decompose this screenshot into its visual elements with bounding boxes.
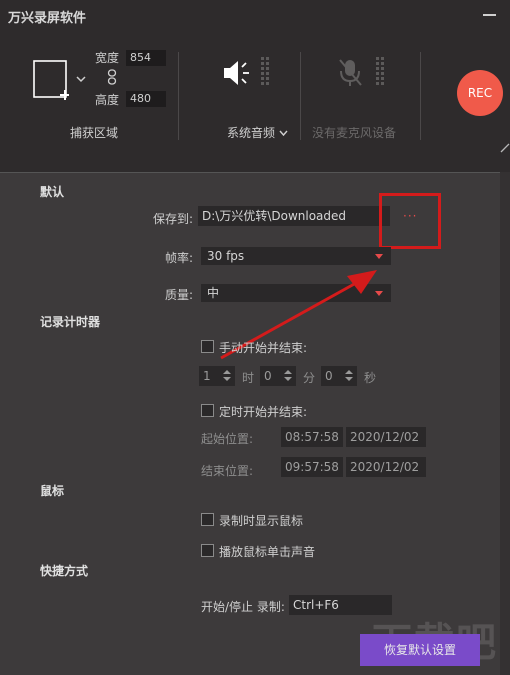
microphone-label: 没有麦克风设备 <box>312 126 397 140</box>
microphone-off-icon <box>337 57 365 92</box>
capture-toolbar <box>0 32 510 172</box>
rec-button[interactable]: REC <box>457 70 503 116</box>
microphone-level-meter <box>376 57 384 87</box>
hours-value: 1 <box>203 369 211 383</box>
manual-start-label: 手动开始并结束: <box>219 341 308 355</box>
minimize-button[interactable] <box>480 4 500 20</box>
speaker-icon[interactable] <box>222 57 254 92</box>
seconds-down-icon <box>345 377 353 381</box>
end-time-input[interactable]: 09:57:58 <box>281 457 343 477</box>
restore-defaults-button[interactable]: 恢复默认设置 <box>360 634 480 666</box>
seconds-unit: 秒 <box>364 371 377 385</box>
height-input[interactable]: 480 <box>126 91 166 107</box>
system-audio-dropdown[interactable]: 系统音频 <box>227 124 288 141</box>
save-path-input[interactable]: D:\万兴优转\Downloaded <box>198 206 390 226</box>
start-stop-shortcut-label: 开始/停止 录制: <box>201 600 285 614</box>
scheduled-start-label: 定时开始并结束: <box>219 405 308 419</box>
width-label: 宽度 <box>95 51 120 65</box>
window-title: 万兴录屏软件 <box>8 11 87 26</box>
expand-icon[interactable] <box>500 142 510 156</box>
toolbar-separator <box>178 52 179 140</box>
scheduled-start-checkbox[interactable] <box>201 404 214 417</box>
show-cursor-checkbox[interactable] <box>201 513 214 526</box>
toolbar-separator <box>420 52 421 140</box>
seconds-value: 0 <box>325 369 333 383</box>
seconds-up-icon <box>345 370 353 374</box>
frame-rate-label: 帧率: <box>165 251 194 265</box>
toolbar-separator <box>300 52 301 140</box>
minutes-value: 0 <box>264 369 272 383</box>
minutes-spinner[interactable]: 0 <box>260 366 296 386</box>
save-to-label: 保存到: <box>153 212 194 226</box>
minutes-unit: 分 <box>303 371 316 385</box>
capture-area-chevron-icon[interactable] <box>76 72 86 86</box>
manual-start-checkbox[interactable] <box>201 340 214 353</box>
aspect-lock-icon[interactable] <box>107 69 117 88</box>
click-sound-label: 播放鼠标单击声音 <box>219 545 316 559</box>
defaults-heading: 默认 <box>40 185 65 199</box>
start-time-input[interactable]: 08:57:58 <box>281 427 343 447</box>
hours-unit: 时 <box>242 371 255 385</box>
timer-heading: 记录计时器 <box>40 315 101 329</box>
system-audio-label: 系统音频 <box>227 126 276 140</box>
vertical-scrollbar[interactable] <box>500 172 510 675</box>
shortcuts-heading: 快捷方式 <box>40 564 89 578</box>
hours-up-icon <box>223 370 231 374</box>
height-label: 高度 <box>95 93 120 107</box>
click-sound-checkbox[interactable] <box>201 544 214 557</box>
toolbar-divider <box>0 172 510 173</box>
start-date-input[interactable]: 2020/12/02 <box>346 427 426 447</box>
end-position-label: 结束位置: <box>201 464 254 478</box>
capture-area-icon[interactable] <box>33 60 70 100</box>
capture-area-label: 捕获区域 <box>70 126 119 140</box>
start-position-label: 起始位置: <box>201 432 254 446</box>
highlight-box <box>379 193 441 249</box>
minutes-up-icon <box>284 370 292 374</box>
seconds-spinner[interactable]: 0 <box>321 366 357 386</box>
hours-down-icon <box>223 377 231 381</box>
minutes-down-icon <box>284 377 292 381</box>
end-date-input[interactable]: 2020/12/02 <box>346 457 426 477</box>
show-cursor-label: 录制时显示鼠标 <box>219 514 304 528</box>
width-input[interactable]: 854 <box>126 50 166 66</box>
quality-label: 质量: <box>165 288 194 302</box>
system-audio-level-meter <box>261 57 269 87</box>
mouse-heading: 鼠标 <box>40 484 65 498</box>
hours-spinner[interactable]: 1 <box>199 366 235 386</box>
system-audio-chevron-icon <box>279 130 288 137</box>
